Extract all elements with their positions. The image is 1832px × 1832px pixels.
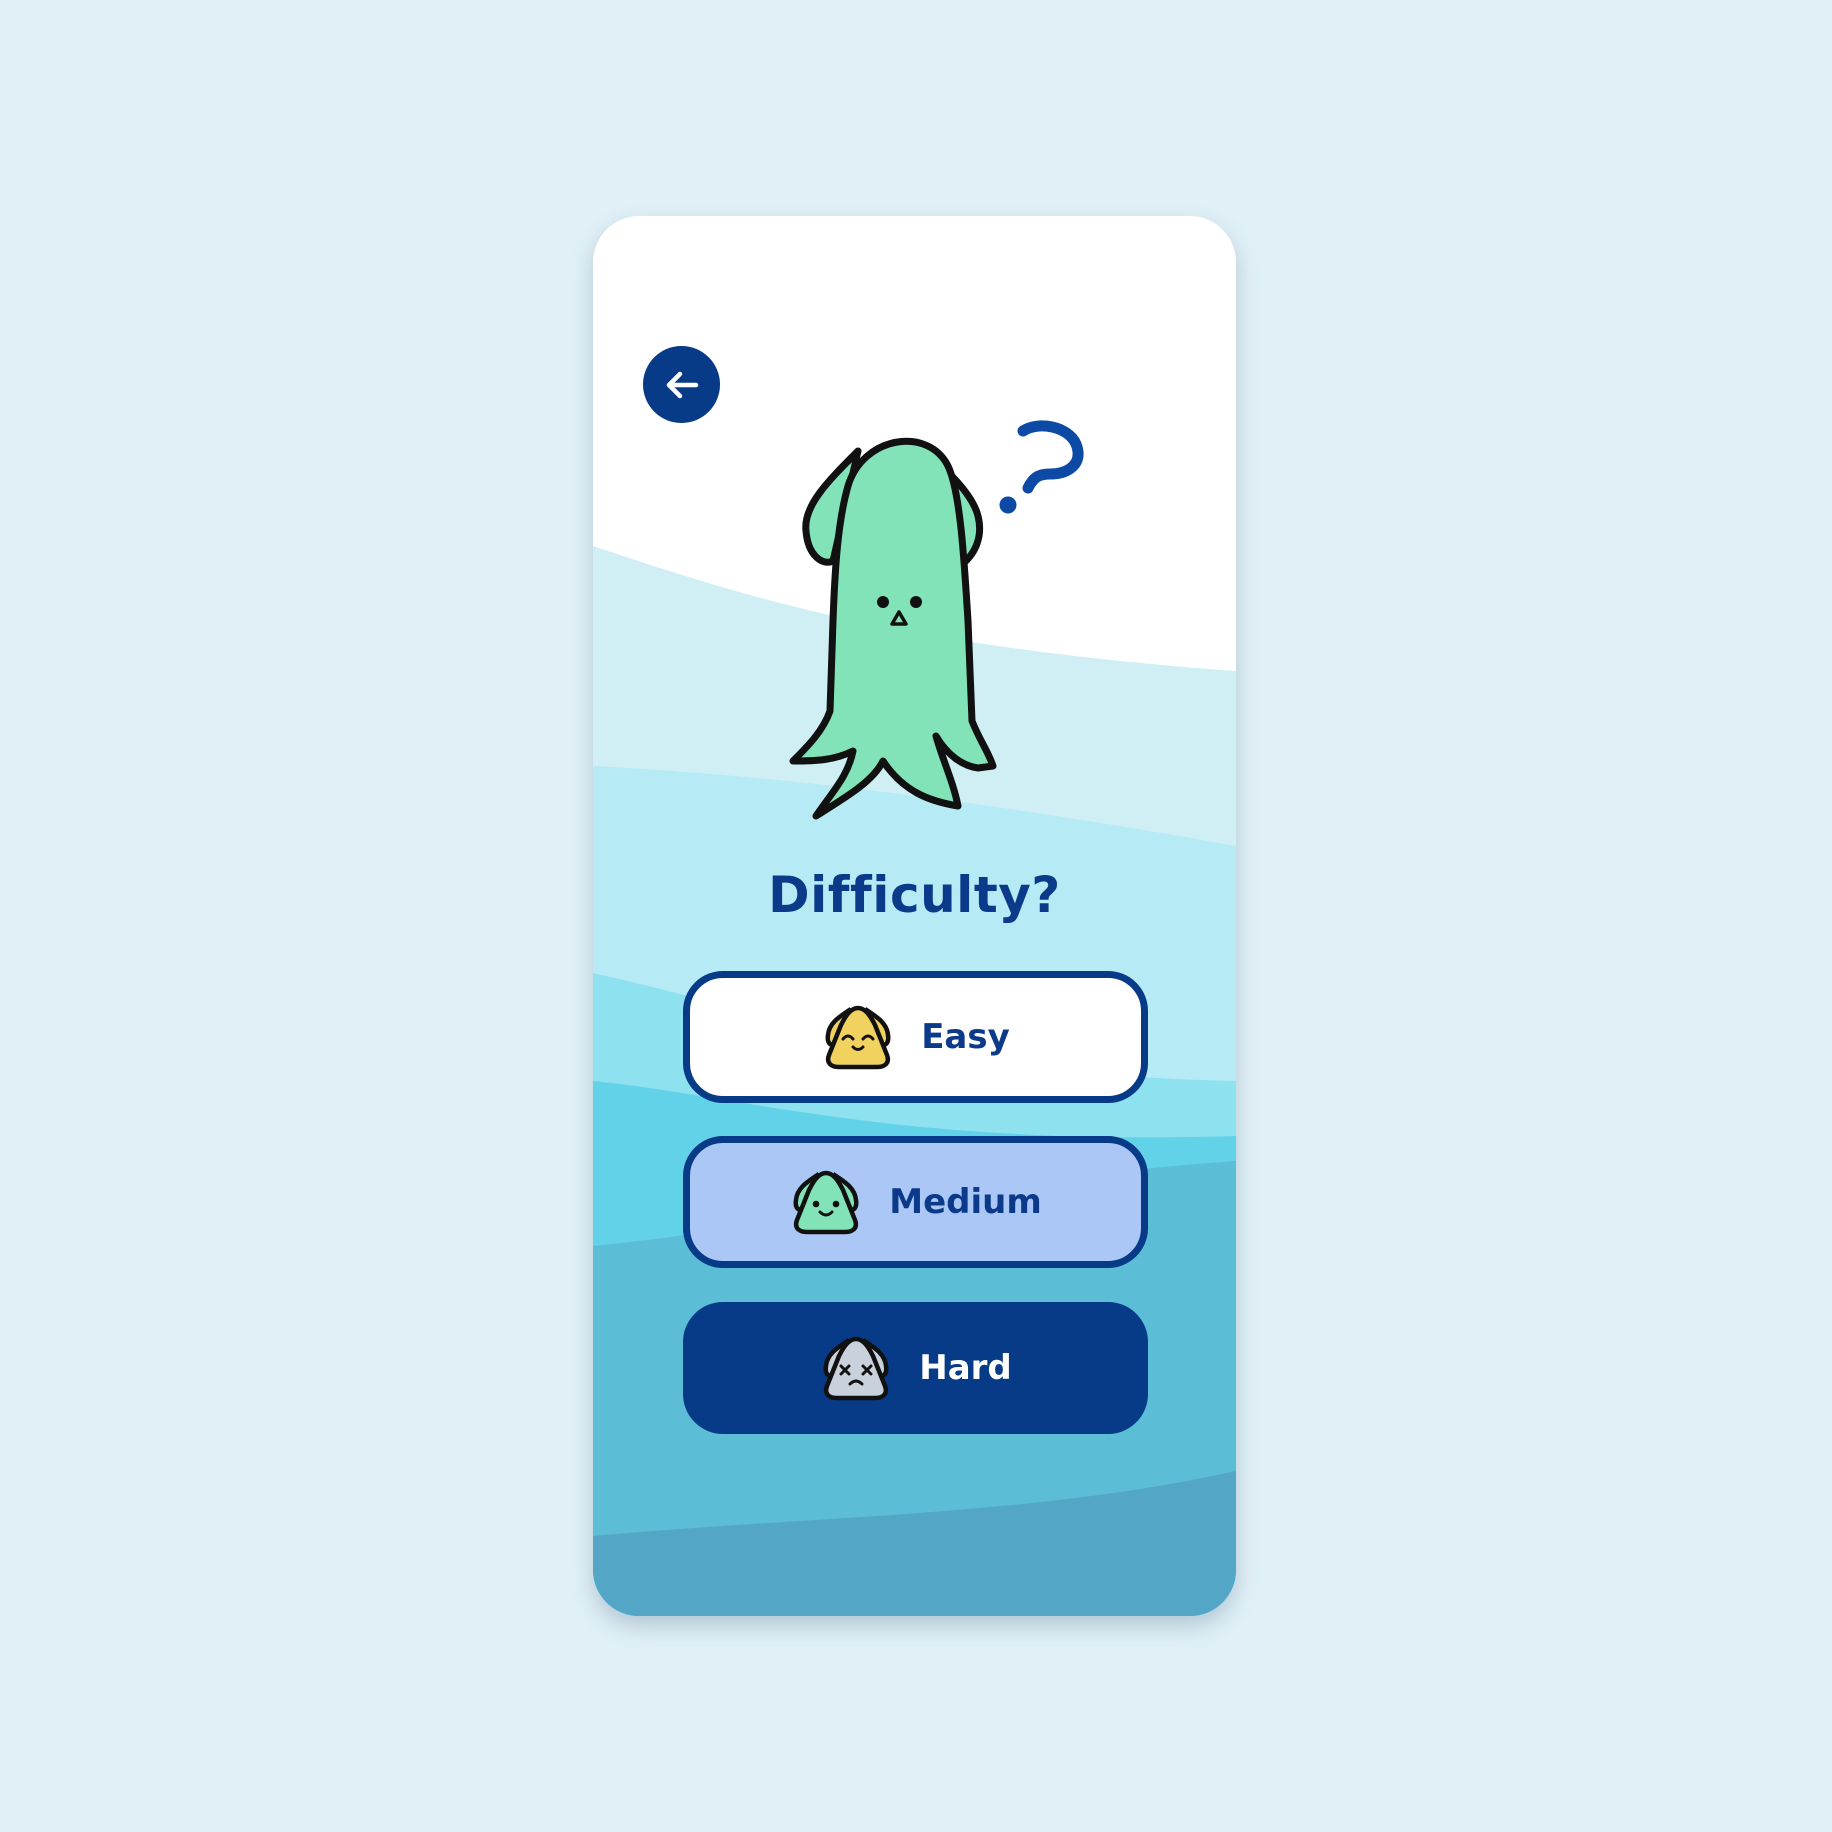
happy-onigiri-face-icon <box>825 1005 891 1070</box>
easy-option-button[interactable]: Easy <box>683 971 1148 1103</box>
squid-mascot <box>789 420 1084 820</box>
dizzy-onigiri-face-icon <box>823 1336 889 1401</box>
question-mark-icon <box>999 420 1084 514</box>
page-title: Difficulty? <box>768 866 1061 924</box>
app-screen: Difficulty? Easy Medium Hard <box>593 216 1236 1616</box>
hard-option-button[interactable]: Hard <box>683 1302 1148 1434</box>
hard-label: Hard <box>919 1348 1012 1388</box>
medium-option-button[interactable]: Medium <box>683 1136 1148 1268</box>
smile-onigiri-face-icon <box>793 1170 859 1235</box>
medium-label: Medium <box>889 1182 1042 1222</box>
arrow-left-icon <box>666 371 698 398</box>
back-button[interactable] <box>643 346 720 423</box>
easy-label: Easy <box>921 1017 1010 1057</box>
